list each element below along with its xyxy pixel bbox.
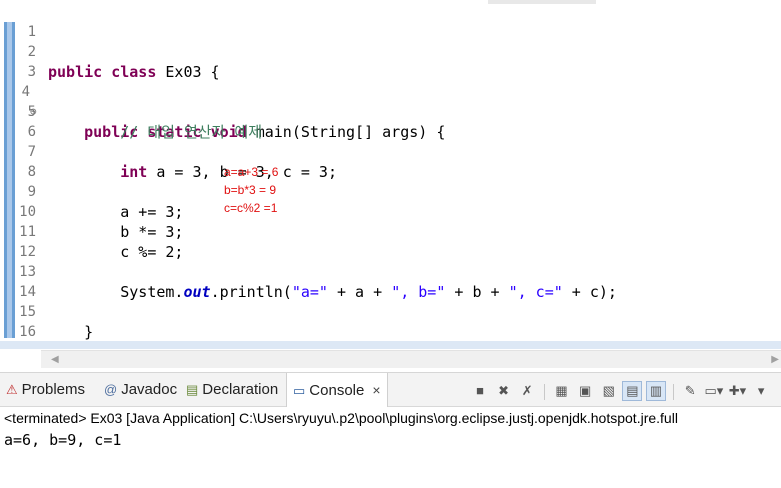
annotation-b: b=b*3 = 9 <box>224 183 277 197</box>
code-line-3[interactable]: 3 <box>0 42 781 80</box>
launch-status: <terminated> Ex03 [Java Application] C:\… <box>4 410 678 426</box>
problems-icon: ⚠ <box>6 382 18 397</box>
code-line-16[interactable]: 16 <box>0 302 781 340</box>
tab-javadoc[interactable]: @ Javadoc <box>104 373 177 407</box>
console-icon: ▭ <box>293 383 306 398</box>
code-line-14[interactable]: 14 <box>0 262 781 300</box>
clear-console-icon[interactable]: ▦ <box>552 382 572 402</box>
show-on-stderr-icon[interactable]: ▥ <box>646 381 666 401</box>
word-wrap-icon[interactable]: ▧ <box>599 382 619 402</box>
declaration-icon: ▤ <box>186 382 199 397</box>
terminate-icon[interactable]: ■ <box>470 382 490 402</box>
scroll-left-icon[interactable]: ◀ <box>51 354 59 365</box>
remove-launch-icon[interactable]: ✖ <box>494 382 514 402</box>
panel-tabbar: ⚠ Problems @ Javadoc ▤ Declaration ▭ Console… <box>0 373 781 407</box>
code-line-5[interactable]: 5 // 대입 연산자 예제 <box>0 82 781 141</box>
console-toolbar: ■ ✖ ✗ ▦ ▣ ▧ ▤ ▥ ✎ ▭▾ ✚▾ ▾ <box>470 381 771 401</box>
code-line-15[interactable]: 15 } <box>0 282 781 341</box>
code-line-17[interactable]: 17 } <box>0 322 781 349</box>
code-editor[interactable]: 1 2 public class Ex03 { 3 4 ⊖ public sta… <box>0 0 781 349</box>
code-line-1[interactable]: 1 <box>0 2 781 40</box>
code-line-6[interactable]: 6 <box>0 102 781 140</box>
pin-console-icon[interactable]: ✎ <box>680 382 700 402</box>
code-line-13[interactable]: 13 System.out.println("a=" + a + ", b=" … <box>0 242 781 301</box>
annotation-c: c=c%2 =1 <box>224 201 278 215</box>
code-line-4[interactable]: 4 ⊖ public static void main(String[] arg… <box>0 62 781 141</box>
tab-problems[interactable]: ⚠ Problems <box>6 373 85 407</box>
remove-all-terminated-icon[interactable]: ✗ <box>517 382 537 402</box>
console-panel: ⚠ Problems @ Javadoc ▤ Declaration ▭ Console… <box>0 372 781 488</box>
code-line-2[interactable]: 2 public class Ex03 { <box>0 22 781 81</box>
code-line-9[interactable]: 9 a += 3; <box>0 162 781 221</box>
tab-declaration[interactable]: ▤ Declaration <box>186 373 278 407</box>
javadoc-icon: @ <box>104 382 118 397</box>
tab-console[interactable]: ▭ Console × <box>286 373 388 407</box>
code-line-10[interactable]: 10 b *= 3; <box>0 182 781 241</box>
code-line-11[interactable]: 11 c %= 2; <box>0 202 781 261</box>
code-line-7[interactable]: 7 int a = 3, b = 3, c = 3; <box>0 122 781 181</box>
horizontal-scrollbar[interactable]: ◀ ▶ <box>41 350 781 368</box>
scroll-right-icon[interactable]: ▶ <box>771 354 779 365</box>
open-console-icon[interactable]: ✚▾ <box>728 382 748 402</box>
annotation-a: a=a+3 = 6 <box>224 165 279 179</box>
console-output[interactable]: a=6, b=9, c=1 <box>4 431 121 449</box>
view-menu-icon[interactable]: ▾ <box>751 382 771 402</box>
close-icon[interactable]: × <box>372 382 380 398</box>
show-on-stdout-icon[interactable]: ▤ <box>622 381 643 401</box>
code-line-12[interactable]: 12 <box>0 222 781 260</box>
editor-bottom-band <box>0 341 781 349</box>
scroll-lock-icon[interactable]: ▣ <box>575 382 595 402</box>
display-console-icon[interactable]: ▭▾ <box>704 382 724 402</box>
code-line-8[interactable]: 8 <box>0 142 781 180</box>
